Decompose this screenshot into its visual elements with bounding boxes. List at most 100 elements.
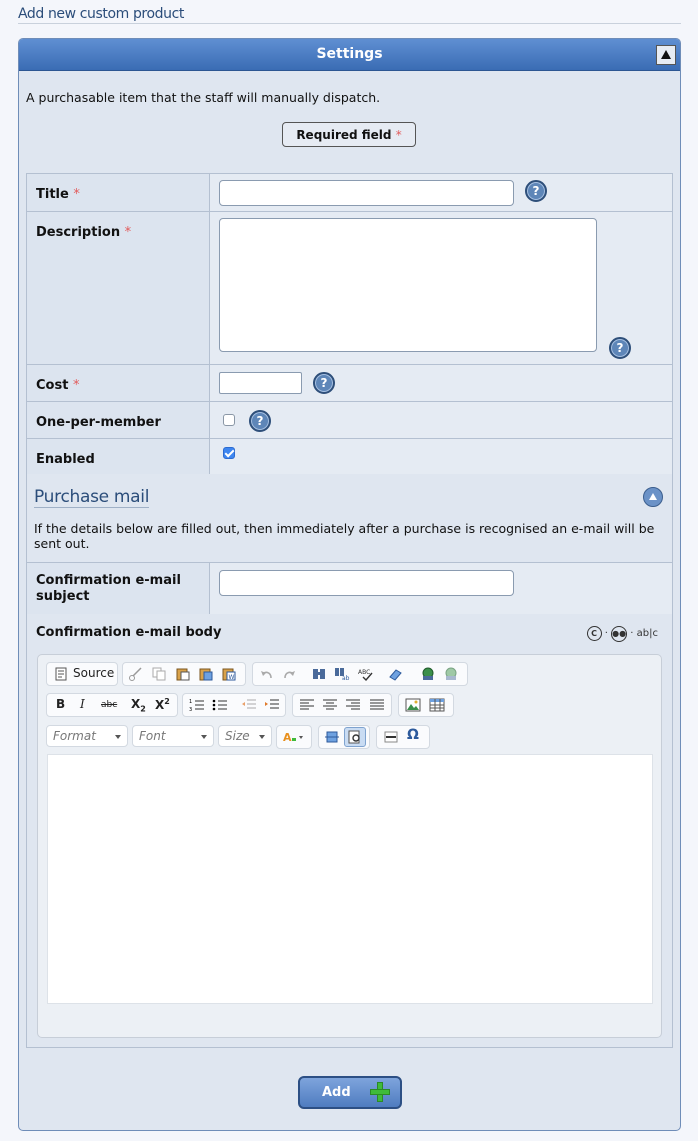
title-label: Title * [27,174,210,211]
spellcheck-icon[interactable]: ABC [358,667,374,681]
source-icon[interactable] [53,667,69,681]
enabled-row: Enabled [26,438,673,475]
description-field-cell: ? [210,212,672,364]
required-star: * [73,187,80,202]
show-blocks-icon[interactable] [324,730,340,744]
add-button[interactable]: Add [298,1076,402,1109]
collapse-icon[interactable] [656,45,676,65]
panel-header: Settings [19,39,680,71]
svg-text:A: A [283,731,292,744]
subscript-icon[interactable]: X2 [131,697,146,713]
add-button-label: Add [322,1085,351,1100]
spellcheck-icon[interactable]: ab|c [637,628,658,639]
preview-icon [348,730,360,744]
body-row: Confirmation e-mail body C · ●● · ab|c S… [26,614,673,1048]
one-per-member-row: One-per-member ? [26,401,673,439]
horizontal-rule-icon[interactable] [383,730,399,744]
redo-icon[interactable] [281,667,297,681]
title-input[interactable] [219,180,514,206]
undo-icon[interactable] [259,667,275,681]
help-icon[interactable]: ? [525,180,547,202]
paste-icon[interactable] [175,667,191,681]
svg-text:W: W [229,674,235,681]
one-per-member-label: One-per-member [27,402,210,438]
page-title: Add new custom product [18,6,681,24]
plus-icon [370,1082,390,1102]
separator-dot: · [630,628,634,639]
toolbar-group-edit: ab ABC [252,662,468,686]
italic-icon[interactable]: I [80,697,85,711]
superscript-icon[interactable]: X2 [155,697,170,712]
separator-dot: · [604,628,608,639]
panel-header-title: Settings [316,46,383,62]
title-row: Title * ? [26,173,673,212]
unlink-icon[interactable] [443,667,459,681]
justify-icon[interactable] [369,698,385,712]
subject-input[interactable] [219,570,514,596]
panel-intro: A purchasable item that the staff will m… [26,90,381,105]
preview-button[interactable] [344,727,366,747]
subject-row: Confirmation e-mail subject [26,562,673,615]
help-icon[interactable]: ? [249,410,271,432]
source-button[interactable]: Source [73,666,114,680]
toolbar-group-misc: Ω [376,725,430,749]
cost-label-text: Cost [36,378,69,393]
description-label: Description * [27,212,210,364]
toolbar-group-align [292,693,392,717]
enabled-checkbox[interactable] [223,447,235,459]
svg-text:1: 1 [189,699,192,705]
find-icon[interactable] [311,667,327,681]
toolbar-group-clipboard: W [122,662,246,686]
description-textarea[interactable] [219,218,597,352]
numbered-list-icon[interactable]: 13 [189,698,205,712]
toolbar-group-view [318,725,370,749]
svg-text:ab: ab [342,675,350,681]
size-select[interactable]: Size [218,725,272,747]
comcode-icon[interactable]: C [586,626,602,641]
svg-text:3: 3 [189,707,192,712]
align-center-icon[interactable] [322,698,338,712]
copy-icon[interactable] [151,667,167,681]
font-select[interactable]: Font [132,725,214,747]
format-select[interactable]: Format [46,725,128,747]
purchase-mail-section: Purchase mail If the details below are f… [26,474,673,563]
settings-panel: Settings A purchasable item that the sta… [18,38,681,1131]
cut-icon[interactable] [128,667,144,681]
one-per-member-cell: ? [210,402,672,438]
svg-text:ABC: ABC [358,669,370,676]
outdent-icon[interactable] [241,698,257,712]
paste-word-icon[interactable]: W [221,667,237,681]
required-star: * [395,128,402,142]
required-star: * [124,225,132,240]
chevron-down-icon [115,735,121,739]
text-color-icon[interactable]: A [282,730,306,744]
chevron-down-icon [201,735,207,739]
table-icon[interactable] [429,698,445,712]
help-icon[interactable]: ? [313,372,335,394]
special-char-icon[interactable]: Ω [407,727,419,743]
remove-format-icon[interactable] [387,667,403,681]
font-select-text: Font [139,729,166,743]
rich-text-editor: Source W ab ABC B I abc X2 X2 1 3 Format… [37,654,662,1038]
editor-content-area[interactable] [47,754,653,1004]
body-label: Confirmation e-mail body [36,625,222,640]
toolbar-group-source: Source [46,662,118,686]
bold-icon[interactable]: B [56,697,65,711]
help-icon[interactable]: ? [609,337,631,359]
strike-icon[interactable]: abc [101,700,117,710]
paste-text-icon[interactable] [198,667,214,681]
align-right-icon[interactable] [345,698,361,712]
enabled-label: Enabled [27,439,210,474]
cost-input[interactable] [219,372,302,394]
title-field-cell: ? [210,174,672,211]
collapse-section-icon[interactable] [643,487,663,507]
link-icon[interactable] [420,667,436,681]
replace-icon[interactable]: ab [334,667,350,681]
indent-icon[interactable] [264,698,280,712]
title-label-text: Title [36,187,69,202]
bulleted-list-icon[interactable] [212,698,228,712]
image-icon[interactable] [405,698,421,712]
emoticon-icon[interactable]: ●● [611,626,628,642]
one-per-member-checkbox[interactable] [223,414,235,426]
align-left-icon[interactable] [299,698,315,712]
